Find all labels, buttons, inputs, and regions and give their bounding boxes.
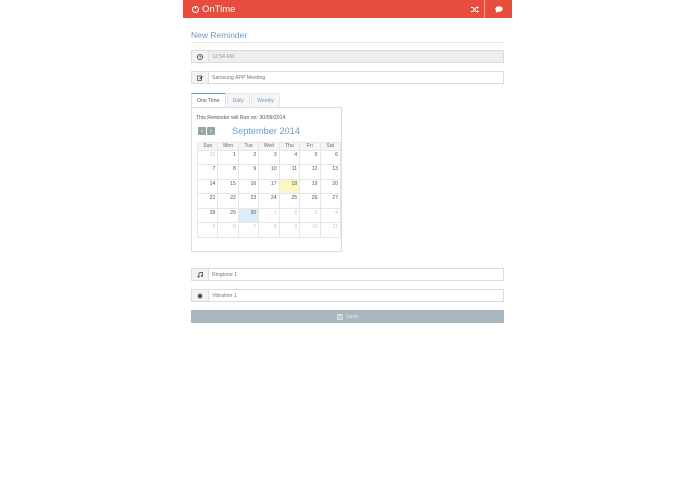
time-value: 12:54 AM [212,53,234,60]
calendar-week-row: 7 8 9 10 11 12 13 [196,164,342,180]
calendar-day[interactable]: 25 [278,193,301,209]
calendar-day[interactable]: 5 [196,222,219,238]
vibration-addon [192,290,209,301]
ringtone-field[interactable]: Ringtone 1 [191,268,504,281]
tab-weekly[interactable]: Weekly [251,93,280,107]
calendar-week-row: 21 22 23 24 25 26 27 [196,193,342,209]
calendar-week-row: 5 6 7 8 9 10 11 [196,222,342,238]
save-label: Save [346,313,358,320]
clock-logo-icon [192,5,199,13]
calendar-week-row: 31 1 2 3 4 5 6 [196,149,342,165]
tab-daily[interactable]: Daily [226,93,251,107]
weekday-header: Fri [299,142,321,151]
calendar-week-row: 14 15 16 17 18 19 20 [196,178,342,194]
calendar-day[interactable]: 4 [278,149,301,165]
app-brand[interactable]: OnTime [192,2,235,16]
clock-icon [197,53,203,60]
weekday-header: Mon [217,142,239,151]
chevron-left-icon: ‹ [200,127,204,135]
calendar-day[interactable]: 8 [217,164,239,180]
calendar-day[interactable]: 14 [196,178,219,194]
next-month-button[interactable]: › [207,127,215,135]
ringtone-value: Ringtone 1 [212,271,238,278]
calendar-day[interactable]: 1 [217,149,239,165]
schedule-tabs: One Time Daily Weekly [191,93,281,108]
calendar-day[interactable]: 28 [196,207,219,223]
calendar-day[interactable]: 22 [217,193,239,209]
calendar-day[interactable]: 10 [258,164,280,180]
calendar-day[interactable]: 9 [278,222,301,238]
calendar-day[interactable]: 5 [299,149,321,165]
ringtone-addon [192,269,209,280]
title-addon [192,72,209,83]
edit-icon [197,75,203,81]
save-button[interactable]: Save [191,310,504,323]
calendar-day[interactable]: 31 [196,149,219,165]
calendar-day[interactable]: 2 [237,149,260,165]
chat-icon [495,5,503,13]
calendar-day[interactable]: 18 [278,178,301,194]
prev-month-button[interactable]: ‹ [198,127,206,135]
weekday-header: Tue [237,142,260,151]
calendar-day[interactable]: 7 [237,222,260,238]
weekday-header: Sun [196,142,219,151]
calendar-day[interactable]: 3 [299,207,321,223]
calendar-day[interactable]: 27 [319,193,342,209]
calendar-day[interactable]: 30 [237,207,260,223]
calendar-day[interactable]: 2 [278,207,301,223]
title-divider [191,42,504,43]
calendar-day[interactable]: 6 [319,149,342,165]
calendar-day[interactable]: 13 [319,164,342,180]
calendar-day[interactable]: 3 [258,149,280,165]
calendar-day[interactable]: 4 [319,207,342,223]
calendar-day[interactable]: 26 [299,193,321,209]
calendar-day[interactable]: 19 [299,178,321,194]
calendar-day[interactable]: 23 [237,193,260,209]
time-addon [192,51,209,62]
navbar: OnTime [183,0,512,18]
calendar-day[interactable]: 7 [196,164,219,180]
weekday-header: Wed [258,142,280,151]
calendar-day[interactable]: 16 [237,178,260,194]
time-field[interactable]: 12:54 AM [191,50,504,63]
calendar-day[interactable]: 10 [299,222,321,238]
calendar-day[interactable]: 9 [237,164,260,180]
calendar-day[interactable]: 1 [258,207,280,223]
calendar-day[interactable]: 21 [196,193,219,209]
chevron-right-icon: › [209,127,213,135]
page-title: New Reminder [191,30,248,40]
calendar-day[interactable]: 12 [299,164,321,180]
calendar-day[interactable]: 29 [217,207,239,223]
calendar-day[interactable]: 17 [258,178,280,194]
floppy-disk-icon [337,313,343,320]
run-date-text: This Reminder will Run on: 30/09/2014 [196,115,286,121]
reminder-title-field[interactable]: Samsung APP Meeting [191,71,504,84]
calendar-week-row: 28 29 30 1 2 3 4 [196,207,342,223]
one-time-panel: This Reminder will Run on: 30/09/2014 ‹ … [191,107,342,252]
vibration-icon [197,292,203,299]
calendar-day[interactable]: 15 [217,178,239,194]
calendar-day[interactable]: 24 [258,193,280,209]
vibration-value: Vibration 1 [212,292,237,299]
calendar-day[interactable]: 8 [258,222,280,238]
chat-button[interactable] [484,0,513,18]
calendar-month-label: September 2014 [232,126,300,136]
calendar-grid: Sun Mon Tue Wed Thu Fri Sat 31 1 2 3 4 5 6 7 8 9 10 11 12 1… [196,142,342,238]
weekday-header: Thu [278,142,301,151]
calendar-day[interactable]: 20 [319,178,342,194]
title-value: Samsung APP Meeting [212,74,266,81]
vibration-field[interactable]: Vibration 1 [191,289,504,302]
app-title: OnTime [202,3,236,15]
music-note-icon [197,271,203,278]
shuffle-icon [470,5,479,13]
calendar-day[interactable]: 11 [319,222,342,238]
tab-one-time[interactable]: One Time [191,93,226,108]
calendar-day[interactable]: 6 [217,222,239,238]
calendar-day[interactable]: 11 [278,164,301,180]
weekday-header: Sat [319,142,342,151]
